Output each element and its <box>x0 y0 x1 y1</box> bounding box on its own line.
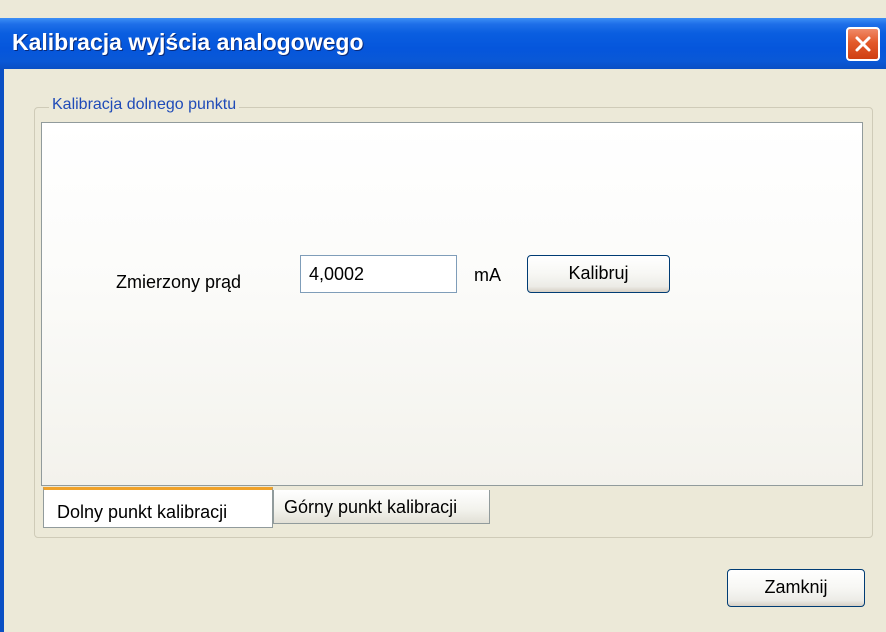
calibrate-button[interactable]: Kalibruj <box>527 255 670 293</box>
window-title: Kalibracja wyjścia analogowego <box>12 29 364 55</box>
title-bar[interactable]: Kalibracja wyjścia analogowego <box>0 18 886 69</box>
tab-label: Górny punkt kalibracji <box>284 497 458 517</box>
measured-current-label: Zmierzony prąd <box>116 272 242 292</box>
tab-lower-point[interactable]: Dolny punkt kalibracji <box>43 487 273 528</box>
unit-label: mA <box>474 265 501 285</box>
tab-label: Dolny punkt kalibracji <box>57 502 228 522</box>
window-close-button[interactable] <box>846 27 880 61</box>
groupbox-title: Kalibracja dolnego punktu <box>49 96 240 114</box>
dialog-window: Kalibracja wyjścia analogowego Kalibracj… <box>0 0 886 632</box>
window-frame-edge <box>0 69 4 632</box>
tab-panel <box>41 122 863 486</box>
tab-upper-point[interactable]: Górny punkt kalibracji <box>273 490 490 524</box>
measured-current-input[interactable] <box>300 255 457 293</box>
close-button[interactable]: Zamknij <box>727 569 865 607</box>
